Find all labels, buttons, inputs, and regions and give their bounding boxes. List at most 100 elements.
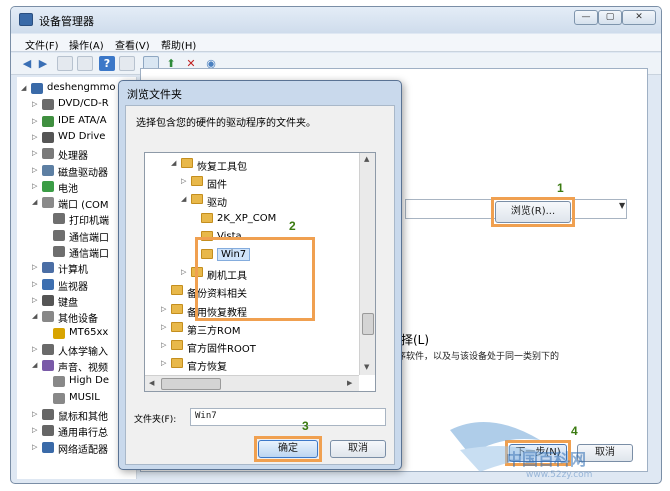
device-tree-label: 人体学输入 [58,346,108,358]
maximize-button[interactable]: ▢ [598,10,622,25]
device-tree-label: 键盘 [58,297,78,309]
back-icon[interactable]: ◀ [19,56,35,71]
list-icon[interactable] [77,56,93,71]
close-button[interactable]: ✕ [622,10,656,25]
collapsed-arrow-icon[interactable]: ▷ [32,166,37,174]
collapsed-arrow-icon[interactable]: ▷ [32,296,37,304]
folder-field-label: 文件夹(F): [134,415,177,425]
minimize-button[interactable]: — [574,10,598,25]
folder-input[interactable]: Win7 [190,408,386,426]
device-tree-label: 鼠标和其他 [58,412,108,423]
collapsed-arrow-icon[interactable]: ▷ [32,426,37,434]
collapsed-arrow-icon[interactable]: ▷ [32,133,37,141]
device-icon [42,360,54,372]
title-bar[interactable]: 设备管理器 — ▢ ✕ [11,7,661,33]
option-label[interactable]: 择(L) [401,331,429,348]
device-icon [53,327,65,339]
browse-button[interactable]: 浏览(R)... [495,201,571,223]
collapsed-arrow-icon[interactable]: ▷ [32,117,37,125]
folder-icon [191,176,203,187]
folder-icon [201,212,213,223]
collapsed-arrow-icon[interactable]: ▷ [32,280,37,288]
dialog-title: 浏览文件夹 [127,88,182,101]
collapsed-arrow-icon[interactable]: ▷ [32,149,37,157]
menu-view[interactable]: 查看(V) [115,37,150,52]
device-icon [42,164,54,176]
folder-icon [191,194,203,205]
device-icon [42,409,54,420]
collapsed-arrow-icon[interactable]: ▷ [32,443,37,451]
folder-label: 驱动 [207,198,227,210]
watermark-text: 中国百科网 [506,450,587,469]
forward-icon[interactable]: ▶ [35,56,51,71]
step-number-1: 1 [557,181,564,195]
expanded-arrow-icon[interactable]: ◢ [32,198,37,206]
collapsed-arrow-icon[interactable]: ▷ [161,359,166,367]
device-icon [42,425,54,437]
collapsed-arrow-icon[interactable]: ▷ [32,263,37,271]
device-icon [42,99,54,111]
device-icon [53,376,65,388]
collapsed-arrow-icon[interactable]: ▷ [161,323,166,331]
device-tree-label: 磁盘驱动器 [58,167,108,179]
collapsed-arrow-icon[interactable]: ▷ [181,177,186,185]
ok-button[interactable]: 确定 [258,440,318,458]
folder-label: 2K_XP_COM [217,212,277,224]
device-icon [42,180,54,192]
folder-icon [171,358,183,369]
menu-file[interactable]: 文件(F) [25,37,59,52]
device-icon [53,246,65,257]
dialog-body: 选择包含您的硬件的驱动程序的文件夹。 ◢ 恢复工具包 ▷ 固件 ◢ 驱动 2K_XP_COM… [125,105,395,465]
folder-icon [181,158,193,168]
menu-action[interactable]: 操作(A) [69,37,104,52]
dropdown-arrow-icon[interactable]: ▼ [619,201,625,210]
device-tree-label: 声音、视频 [58,363,108,375]
folder-icon [171,303,183,314]
expanded-arrow-icon[interactable]: ◢ [32,361,37,369]
watermark-url: www.52zy.com [526,470,593,480]
vertical-scrollbar[interactable]: ▲ ▼ [359,153,375,375]
expanded-arrow-icon[interactable]: ◢ [32,312,37,320]
horizontal-scroll-thumb[interactable] [161,378,221,390]
device-tree-label: MUSIL [69,391,100,403]
expanded-arrow-icon[interactable]: ◢ [171,159,176,167]
collapsed-arrow-icon[interactable]: ▷ [161,341,166,349]
scroll-right-icon[interactable]: ▶ [347,379,352,387]
step-number-2: 2 [289,219,296,233]
device-tree-label: 处理器 [58,151,88,163]
window-title: 设备管理器 [39,15,94,28]
collapsed-arrow-icon[interactable]: ▷ [32,410,37,418]
collapsed-arrow-icon[interactable]: ▷ [161,305,166,313]
expanded-arrow-icon[interactable]: ◢ [21,84,26,92]
expanded-arrow-icon[interactable]: ◢ [181,195,186,203]
device-tree-label: IDE ATA/A [58,114,107,126]
device-icon [42,311,54,323]
device-icon [53,229,65,241]
scroll-left-icon[interactable]: ◀ [149,379,154,387]
cancel-button[interactable]: 取消 [330,440,386,458]
horizontal-scrollbar[interactable]: ◀ ▶ [145,375,359,391]
collapsed-arrow-icon[interactable]: ▷ [32,100,37,108]
scroll-up-icon[interactable]: ▲ [364,155,369,163]
folder-label: 官方固件ROOT [187,344,256,355]
device-icon [42,197,54,209]
device-tree-label: 端口 (COM [58,200,109,212]
device-icon [31,83,43,94]
properties-icon[interactable] [57,56,73,71]
device-icon [42,262,54,274]
device-icon [42,131,54,143]
scroll-down-icon[interactable]: ▼ [364,363,369,371]
help-icon[interactable]: ? [99,56,115,71]
collapsed-arrow-icon[interactable]: ▷ [32,345,37,353]
device-tree-label: MT65xx [69,326,109,338]
collapsed-arrow-icon[interactable]: ▷ [32,182,37,190]
folder-label: 第三方ROM [187,325,241,337]
vertical-scroll-thumb[interactable] [362,313,374,335]
folder-icon [171,321,183,332]
view-icon[interactable] [119,56,135,71]
collapsed-arrow-icon[interactable]: ▷ [181,268,186,276]
device-tree-label: 打印机端 [69,216,109,228]
folder-label: 恢复工具包 [197,162,247,173]
menu-help[interactable]: 帮助(H) [161,37,196,52]
browse-folder-dialog: 浏览文件夹 选择包含您的硬件的驱动程序的文件夹。 ◢ 恢复工具包 ▷ 固件 ◢ 驱动 2K_… [118,80,402,470]
